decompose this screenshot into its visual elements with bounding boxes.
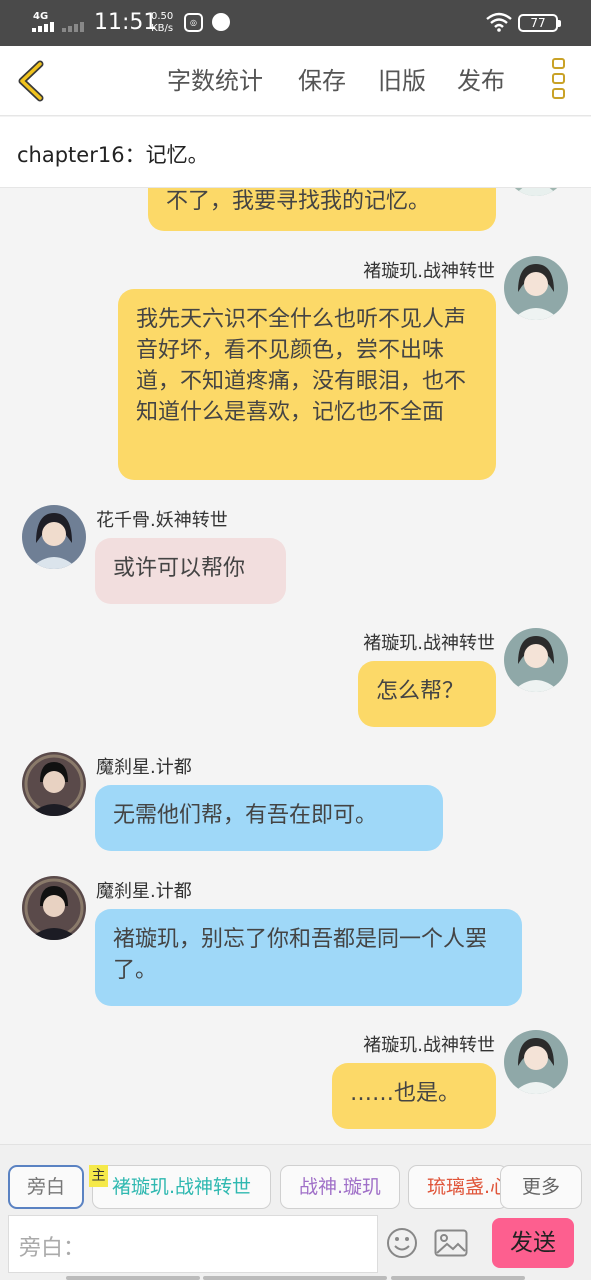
message-bubble[interactable]: 不了，我要寻找我的记忆。 <box>148 188 496 231</box>
browser-icon <box>212 13 230 31</box>
message-bubble[interactable]: 褚璇玑，别忘了你和吾都是同一个人罢了。 <box>95 909 522 1006</box>
input-placeholder: 旁白： <box>19 1236 86 1261</box>
message-text: 褚璇玑，别忘了你和吾都是同一个人罢了。 <box>113 927 488 983</box>
smiley-icon[interactable] <box>386 1227 418 1259</box>
role-label: 战神.璇玑 <box>298 1176 382 1198</box>
avatar[interactable] <box>22 752 86 816</box>
avatar[interactable] <box>504 1030 568 1094</box>
editor-toolbar: 字数统计 保存 旧版 发布 <box>0 46 591 116</box>
speaker-name: 褚璇玑.战神转世 <box>363 1035 495 1056</box>
scrollbar-segment <box>66 1276 200 1280</box>
send-button[interactable]: 发送 <box>492 1218 574 1268</box>
speaker-name: 魔刹星.计都 <box>96 757 192 778</box>
avatar[interactable] <box>504 628 568 692</box>
message-text: 或许可以帮你 <box>113 556 246 581</box>
more-roles-label: 更多 <box>521 1176 560 1198</box>
chevron-left-icon[interactable] <box>14 60 48 102</box>
image-icon[interactable] <box>434 1229 468 1257</box>
speed-value: 0.50 <box>151 11 174 22</box>
avatar[interactable] <box>22 876 86 940</box>
speaker-name: 褚璇玑.战神转世 <box>363 261 495 282</box>
role-xuanji-main[interactable]: 褚璇玑.战神转世 <box>92 1165 271 1209</box>
message-bubble[interactable]: ……也是。 <box>332 1063 496 1129</box>
message-text: 怎么帮？ <box>376 679 465 704</box>
scrollbar-segment <box>203 1276 387 1280</box>
role-label: 琉璃盏.心 <box>427 1176 508 1198</box>
network-speed: 0.50 KB/s <box>151 11 173 35</box>
role-liulizhan[interactable]: 琉璃盏.心 <box>408 1165 508 1209</box>
speed-unit: KB/s <box>151 23 174 34</box>
word-count-button[interactable]: 字数统计 <box>167 66 263 96</box>
message-bubble[interactable]: 怎么帮？ <box>358 661 496 727</box>
speaker-name: 花千骨.妖神转世 <box>96 510 228 531</box>
signal-icon <box>32 22 58 32</box>
composer-panel: 旁白 主 褚璇玑.战神转世 战神.璇玑 琉璃盏.心 更多 旁白： 发送 <box>0 1144 591 1280</box>
network-type: 4G <box>33 11 49 22</box>
old-version-button[interactable]: 旧版 <box>378 66 426 96</box>
message-bubble[interactable]: 无需他们帮，有吾在即可。 <box>95 785 443 851</box>
avatar[interactable] <box>504 188 568 196</box>
signal-2-icon <box>62 22 88 32</box>
role-label: 旁白 <box>26 1176 65 1198</box>
avatar[interactable] <box>22 505 86 569</box>
speaker-name: 魔刹星.计都 <box>96 881 192 902</box>
message-text: 不了，我要寻找我的记忆。 <box>166 189 431 214</box>
avatar[interactable] <box>504 256 568 320</box>
message-bubble[interactable]: 或许可以帮你 <box>95 538 286 604</box>
role-label: 褚璇玑.战神转世 <box>111 1176 252 1198</box>
message-input[interactable]: 旁白： <box>8 1215 378 1273</box>
publish-button[interactable]: 发布 <box>457 66 505 96</box>
role-narrator[interactable]: 旁白 <box>8 1165 84 1209</box>
message-bubble[interactable]: 我先天六识不全什么也听不见人声音好坏，看不见颜色，尝不出味道，不知道疼痛，没有眼… <box>118 289 496 480</box>
scrollbar-segment <box>391 1276 525 1280</box>
app-notification-icon: ◎ <box>184 13 203 32</box>
speaker-name: 褚璇玑.战神转世 <box>363 633 495 654</box>
battery-icon: 77 <box>518 14 561 32</box>
chat-area[interactable]: 不了，我要寻找我的记忆。 褚璇玑.战神转世 我先天六识不全什么也听不见人声音好坏… <box>0 188 591 1144</box>
chapter-title: chapter16：记忆。 <box>17 143 209 167</box>
message-text: 无需他们帮，有吾在即可。 <box>113 803 378 828</box>
wifi-icon <box>486 12 512 32</box>
more-roles-button[interactable]: 更多 <box>500 1165 582 1209</box>
clock: 11:51 <box>94 10 158 35</box>
save-button[interactable]: 保存 <box>298 66 346 96</box>
main-role-badge: 主 <box>89 1165 108 1187</box>
message-text: 我先天六识不全什么也听不见人声音好坏，看不见颜色，尝不出味道，不知道疼痛，没有眼… <box>136 307 467 425</box>
status-bar: 4G 11:51 0.50 KB/s ◎ 77 <box>0 0 591 46</box>
role-zhanshen-xuanji[interactable]: 战神.璇玑 <box>280 1165 400 1209</box>
more-vertical-icon[interactable] <box>551 58 567 104</box>
chapter-title-bar[interactable]: chapter16：记忆。 <box>0 117 591 188</box>
message-text: ……也是。 <box>350 1081 461 1106</box>
